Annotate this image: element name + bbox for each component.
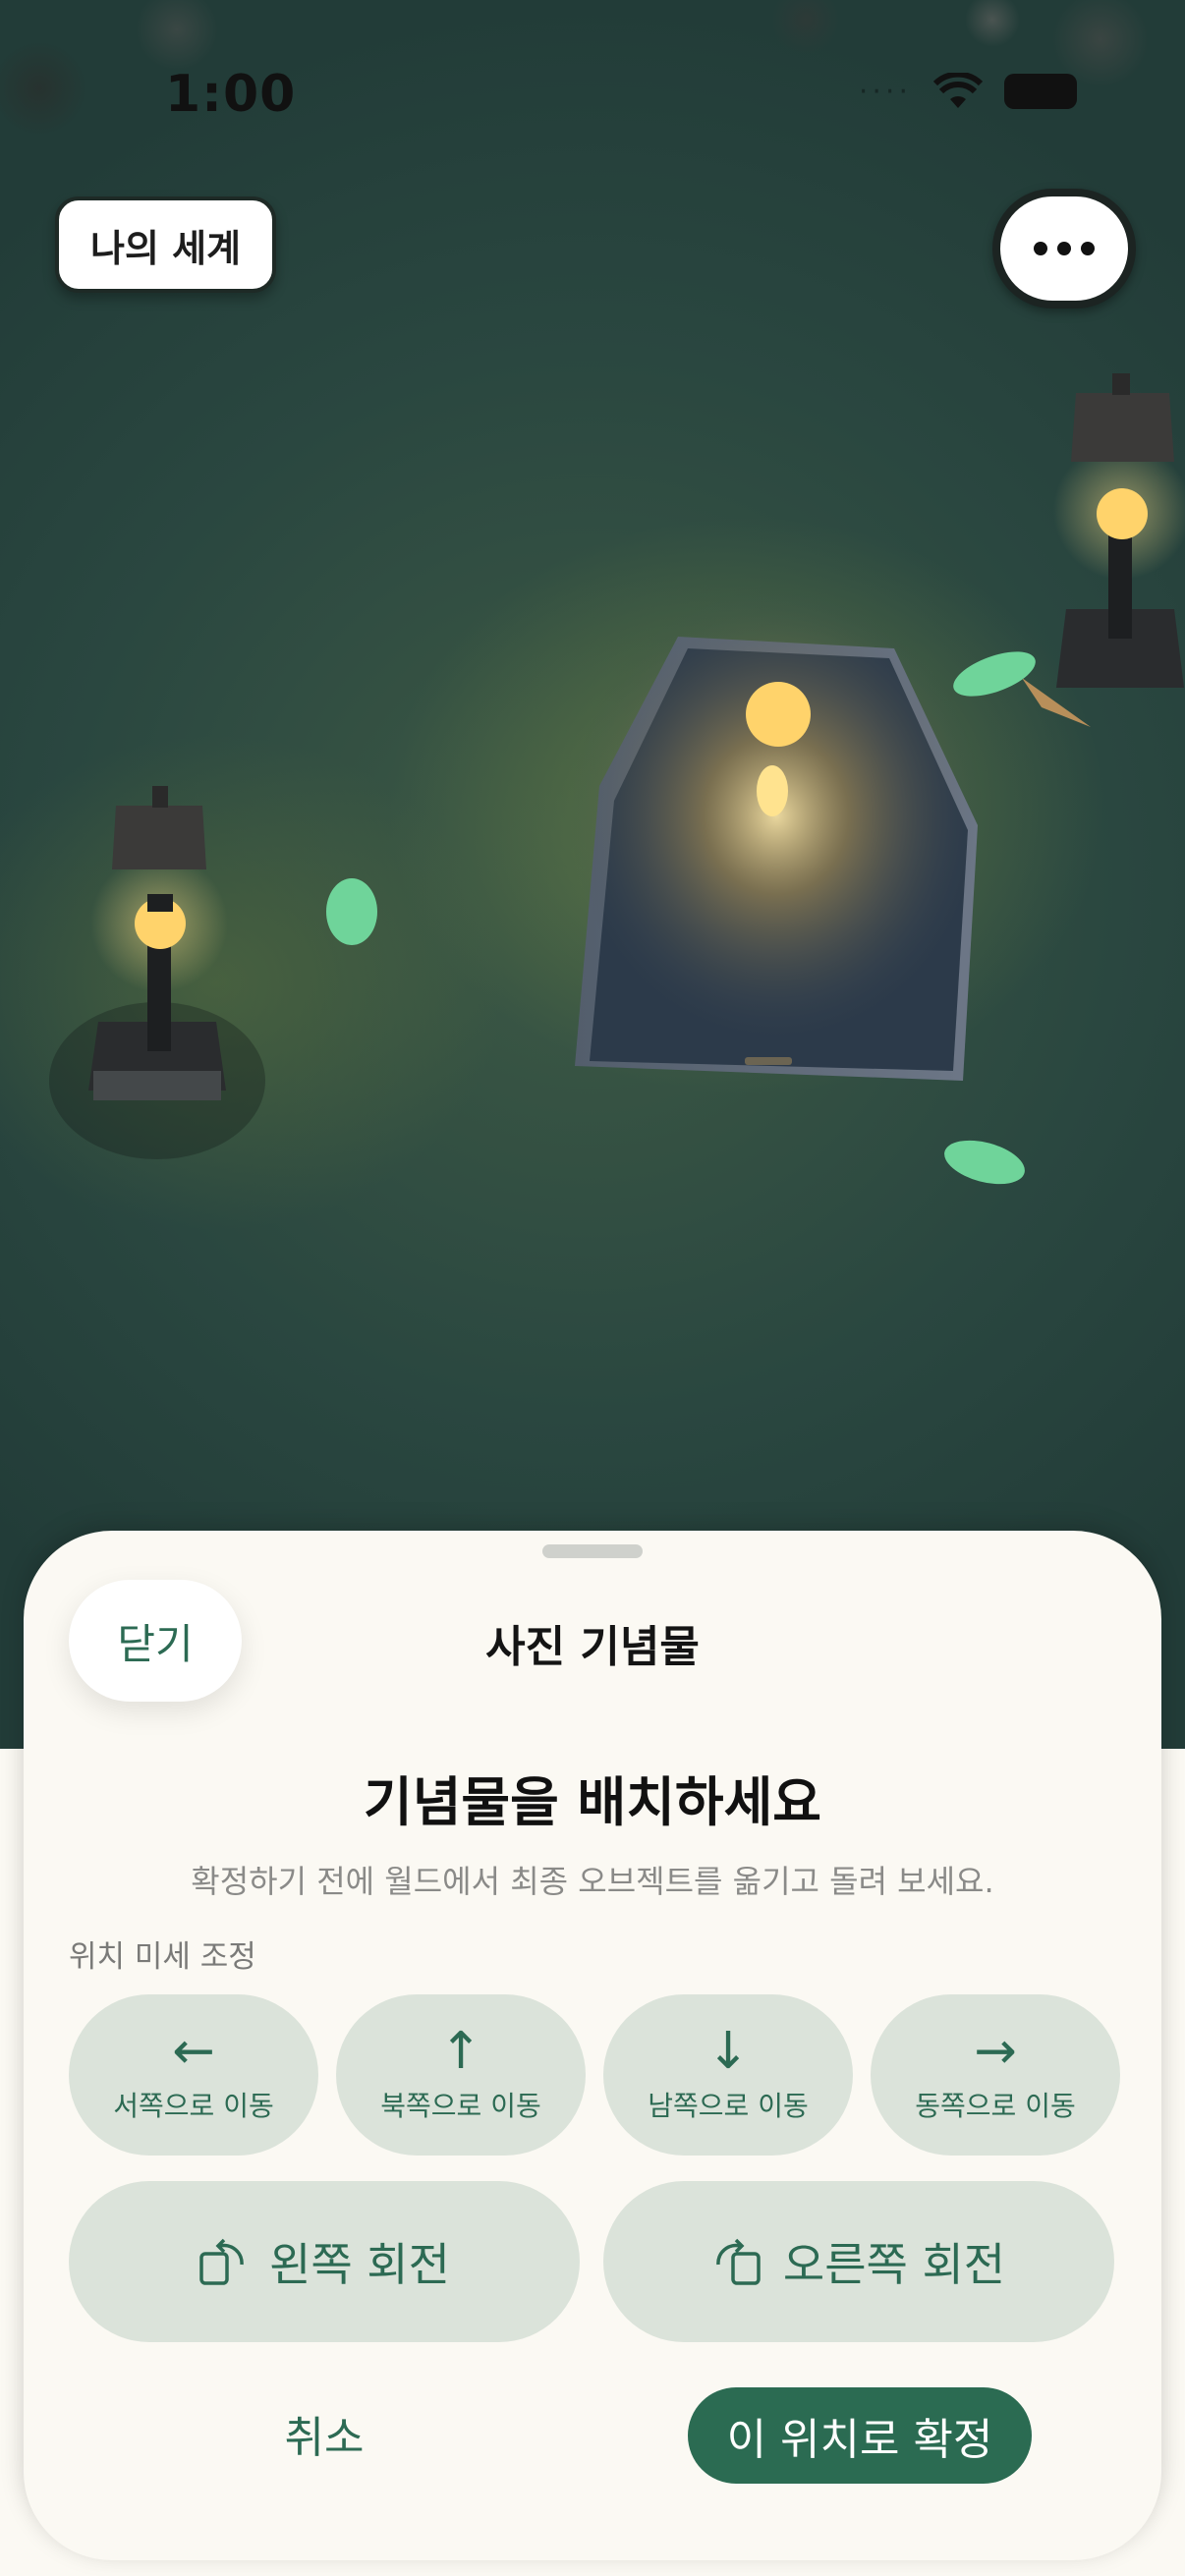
status-icons: ···· <box>859 73 1077 110</box>
placement-description: 확정하기 전에 월드에서 최종 오브젝트를 옮기고 돌려 보세요. <box>191 1863 994 1900</box>
photo-memorial-object[interactable] <box>570 589 983 1081</box>
cancel-button[interactable]: 취소 <box>226 2387 423 2480</box>
rotate-left-button[interactable]: 왼쪽 회전 <box>69 2181 580 2342</box>
sheet-grabber[interactable] <box>542 1544 643 1558</box>
rotate-right-button[interactable]: 오른쪽 회전 <box>603 2181 1114 2342</box>
wifi-icon <box>933 73 983 108</box>
more-horizontal-icon <box>1034 242 1047 255</box>
cellular-signal-icon: ···· <box>858 74 912 109</box>
move-east-button[interactable]: → 동쪽으로 이동 <box>871 1994 1120 2156</box>
rotate-left-label: 왼쪽 회전 <box>269 2238 450 2291</box>
arrow-up-icon: ↑ <box>439 2022 482 2081</box>
battery-icon <box>1004 74 1077 109</box>
move-west-label: 서쪽으로 이동 <box>113 2090 274 2122</box>
rotate-left-icon <box>199 2238 244 2285</box>
rotate-right-icon <box>716 2238 761 2285</box>
more-options-button[interactable] <box>992 189 1136 308</box>
status-time: 1:00 <box>165 65 297 124</box>
more-horizontal-icon <box>1057 242 1071 255</box>
rotate-buttons-row: 왼쪽 회전 오른쪽 회전 <box>69 2181 1114 2342</box>
my-world-button[interactable]: 나의 세계 <box>55 196 277 293</box>
confirm-placement-button[interactable]: 이 위치로 확정 <box>688 2387 1032 2484</box>
fine-adjust-label: 위치 미세 조정 <box>69 1939 256 1975</box>
move-south-label: 남쪽으로 이동 <box>648 2090 809 2122</box>
move-north-button[interactable]: ↑ 북쪽으로 이동 <box>336 1994 586 2156</box>
move-north-label: 북쪽으로 이동 <box>380 2090 541 2122</box>
more-horizontal-icon <box>1081 242 1095 255</box>
rotate-right-label: 오른쪽 회전 <box>782 2238 1006 2291</box>
placement-headline: 기념물을 배치하세요 <box>364 1771 821 1833</box>
sheet-title: 사진 기념물 <box>485 1622 700 1672</box>
move-buttons-row: ← 서쪽으로 이동 ↑ 북쪽으로 이동 ↓ 남쪽으로 이동 → 동쪽으로 이동 <box>69 1994 1120 2156</box>
arrow-left-icon: ← <box>172 2022 215 2081</box>
move-south-button[interactable]: ↓ 남쪽으로 이동 <box>603 1994 853 2156</box>
move-east-label: 동쪽으로 이동 <box>915 2090 1076 2122</box>
arrow-down-icon: ↓ <box>706 2022 750 2081</box>
lamp-post-left <box>49 786 265 1159</box>
lamp-post-right <box>1022 373 1185 727</box>
move-west-button[interactable]: ← 서쪽으로 이동 <box>69 1994 318 2156</box>
arrow-right-icon: → <box>974 2022 1017 2081</box>
